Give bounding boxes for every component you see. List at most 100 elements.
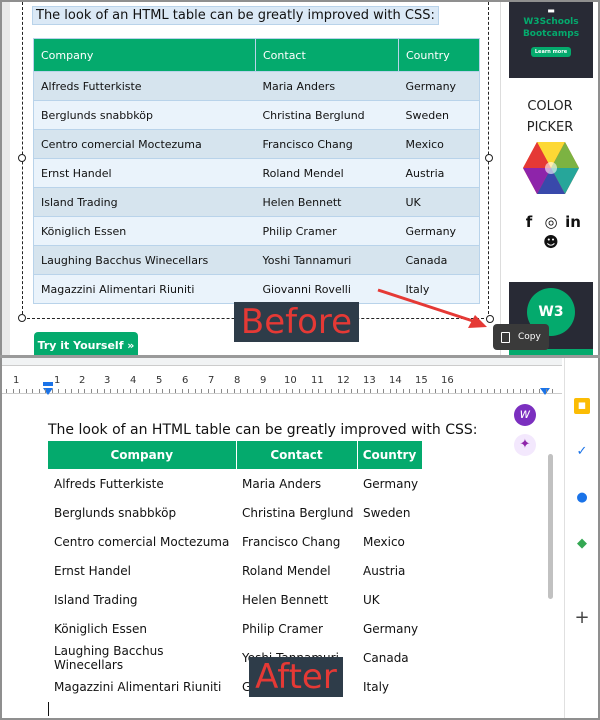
cell-country: Mexico xyxy=(398,129,480,159)
ruler-tick xyxy=(116,389,118,393)
try-it-yourself-button[interactable]: Try it Yourself » xyxy=(34,332,138,357)
ruler-tick xyxy=(253,389,254,393)
color-picker-title[interactable]: COLOR PICKER xyxy=(501,96,598,138)
cell-company: Ernst Handel xyxy=(54,563,131,578)
ruler[interactable]: 1 1 2 3 4 5 6 7 8 9 10 11 12 13 14 15 16 xyxy=(2,370,562,395)
maps-icon[interactable]: ◆ xyxy=(574,536,590,552)
ruler-tick xyxy=(181,389,183,393)
indent-marker-top[interactable] xyxy=(43,382,53,386)
ruler-number: 9 xyxy=(260,375,267,386)
cell-contact: Roland Mendel xyxy=(255,158,399,188)
instagram-icon[interactable]: ◎ xyxy=(541,212,561,232)
ruler-tick xyxy=(324,389,326,393)
ruler-number: 15 xyxy=(415,375,428,386)
ruler-tick xyxy=(77,389,79,393)
table-row: Berglunds snabbköp Christina Berglund Swed… xyxy=(33,100,480,130)
selection-handle-left[interactable] xyxy=(18,154,26,162)
selection-handle-bottom-left[interactable] xyxy=(18,314,26,322)
styled-table: Company Contact Country Alfreds Futterki… xyxy=(33,38,480,304)
ruler-tick xyxy=(350,389,352,393)
copy-button[interactable]: Copy xyxy=(493,324,549,350)
ruler-tick xyxy=(357,389,358,393)
ruler-tick xyxy=(38,389,40,393)
ruler-tick xyxy=(233,389,235,393)
ruler-tick xyxy=(188,389,189,393)
ruler-tick xyxy=(246,389,248,393)
editor-assistant-icon[interactable]: w xyxy=(514,404,536,426)
ruler-tick xyxy=(474,389,475,393)
ruler-tick xyxy=(344,389,345,393)
sparkle-icon[interactable]: ✦ xyxy=(514,434,536,456)
ruler-tick xyxy=(480,389,482,393)
ruler-number: 2 xyxy=(79,375,86,386)
ruler-number: 5 xyxy=(156,375,163,386)
cell-contact: Helen Bennett xyxy=(242,592,329,607)
cell-country: Mexico xyxy=(363,534,405,549)
cell-company: Laughing Bacchus Winecellars xyxy=(33,245,256,275)
linkedin-icon[interactable]: in xyxy=(563,212,583,232)
ruler-tick xyxy=(194,389,196,393)
tasks-icon[interactable]: ✓ xyxy=(574,444,590,460)
cell-country: UK xyxy=(398,187,480,217)
learn-more-button[interactable]: Learn more xyxy=(531,47,571,57)
ruler-tick xyxy=(155,389,157,393)
ruler-tick xyxy=(201,389,202,393)
contacts-icon[interactable]: ● xyxy=(574,490,590,506)
selection-handle-right[interactable] xyxy=(485,154,493,162)
ruler-tick xyxy=(493,389,495,393)
cell-country: Canada xyxy=(363,650,409,665)
ruler-tick xyxy=(97,389,98,393)
cell-country: Germany xyxy=(398,216,480,246)
ruler-tick xyxy=(513,389,514,393)
ruler-tick xyxy=(285,389,287,393)
header-country: Country xyxy=(357,441,423,469)
after-label: After xyxy=(249,657,343,697)
color-wheel-icon[interactable] xyxy=(523,142,579,194)
ruler-tick xyxy=(370,389,371,393)
ruler-tick xyxy=(45,389,46,393)
ruler-tick xyxy=(552,389,553,393)
facebook-icon[interactable]: f xyxy=(519,212,539,232)
keep-icon[interactable]: ▪ xyxy=(574,398,590,414)
ruler-number: 10 xyxy=(284,375,297,386)
ruler-tick xyxy=(298,389,300,393)
ruler-tick xyxy=(363,389,365,393)
ruler-tick xyxy=(12,389,14,393)
ruler-tick xyxy=(64,389,66,393)
cell-company: Centro comercial Moctezuma xyxy=(54,534,230,549)
ruler-tick xyxy=(305,389,306,393)
ruler-tick xyxy=(337,389,339,393)
ruler-tick xyxy=(539,389,540,393)
ruler-tick xyxy=(383,389,384,393)
ruler-tick xyxy=(545,389,547,393)
ruler-number: 3 xyxy=(104,375,111,386)
ruler-tick xyxy=(51,389,53,393)
cell-company: Island Trading xyxy=(33,187,256,217)
scrollbar[interactable] xyxy=(548,454,553,599)
table-row: Ernst Handel Roland Mendel Austria xyxy=(33,158,480,188)
ruler-number: 12 xyxy=(337,375,350,386)
cell-contact: Maria Anders xyxy=(255,71,399,101)
table-header-row: Company Contact Country xyxy=(48,441,423,469)
discord-icon[interactable]: ☻ xyxy=(541,232,561,252)
cell-company: Ernst Handel xyxy=(33,158,256,188)
ruler-number: 4 xyxy=(130,375,137,386)
ruler-tick xyxy=(376,389,378,393)
cell-company: Laughing Bacchus Winecellars xyxy=(54,643,164,672)
add-icon[interactable]: + xyxy=(574,609,590,627)
ruler-number: 13 xyxy=(363,375,376,386)
ruler-tick xyxy=(110,389,111,393)
bootcamp-ad[interactable]: ▬ W3Schools Bootcamps Learn more xyxy=(509,2,593,78)
ruler-number: 11 xyxy=(311,375,324,386)
table-row: Island Trading Helen Bennett UK xyxy=(33,187,480,217)
right-sidebar: ▬ W3Schools Bootcamps Learn more COLOR P… xyxy=(500,2,598,357)
ruler-tick xyxy=(207,389,209,393)
ruler-number: 14 xyxy=(389,375,402,386)
ruler-tick xyxy=(279,389,280,393)
ruler-tick xyxy=(422,389,423,393)
ruler-tick xyxy=(136,389,137,393)
cell-country: Sweden xyxy=(363,505,411,520)
header-company: Company xyxy=(48,441,237,469)
cell-company: Alfreds Futterkiste xyxy=(54,476,164,491)
social-links: f ◎ in ☻ xyxy=(513,212,589,252)
